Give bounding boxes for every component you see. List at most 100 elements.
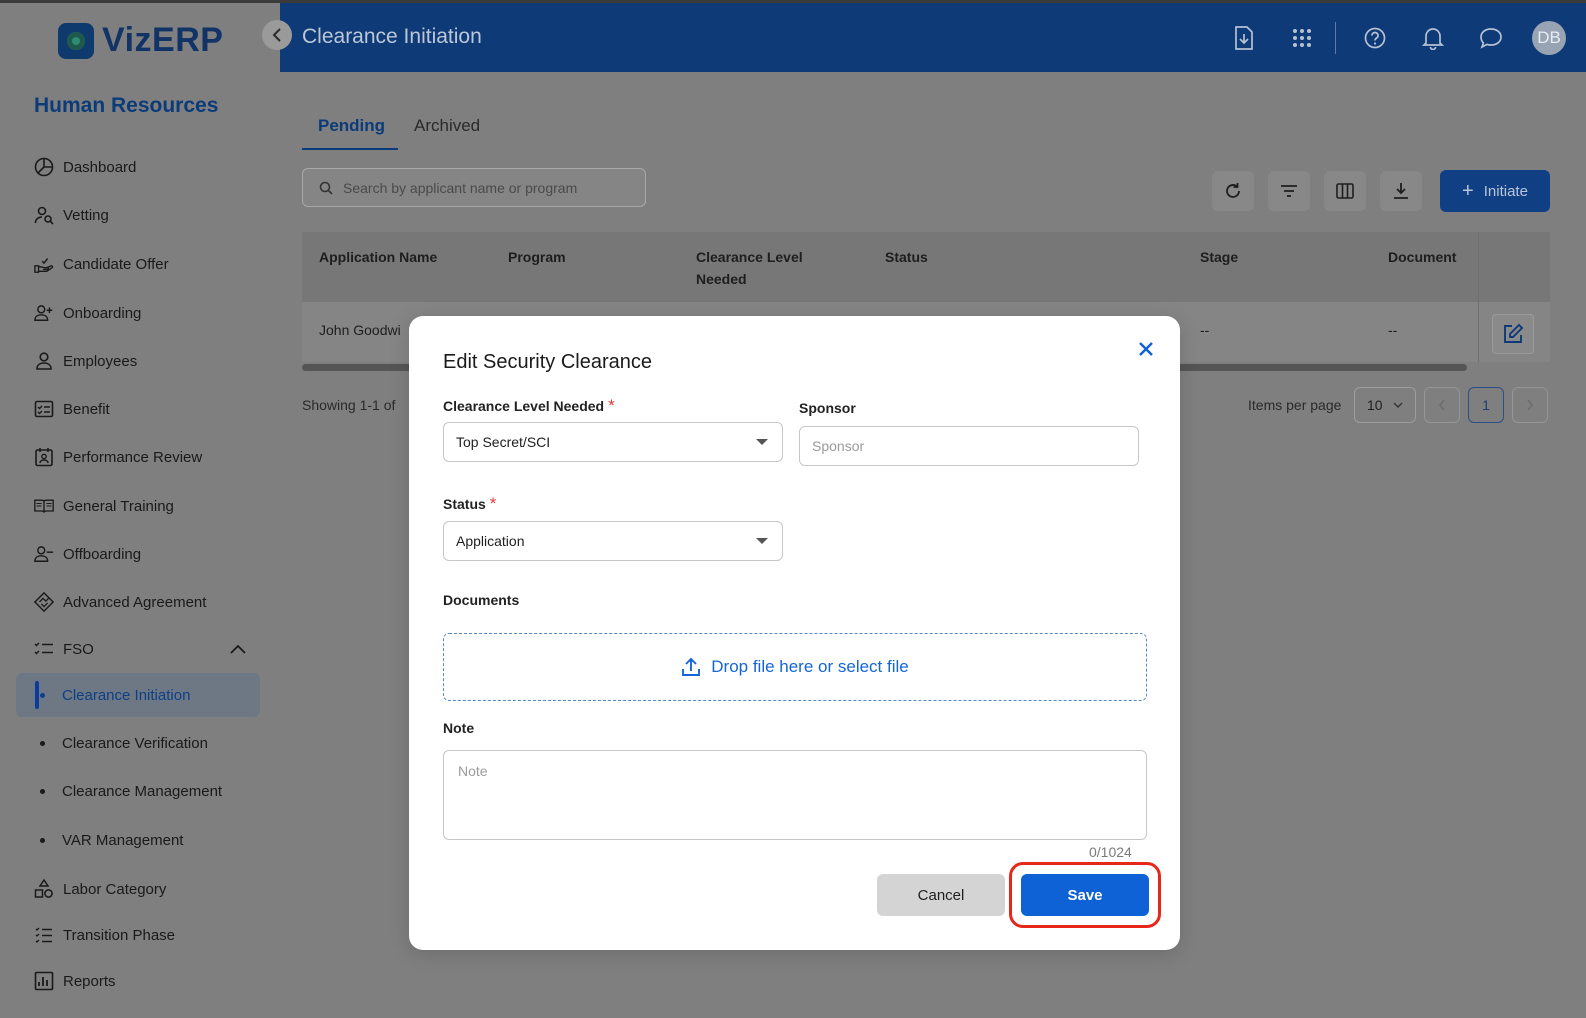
save-button-highlight-ring bbox=[1009, 862, 1161, 928]
sidebar-subitem-clearance-verification[interactable]: Clearance Verification bbox=[0, 721, 280, 765]
column-header-clearance-level-line1: Clearance Level bbox=[696, 249, 803, 265]
sidebar-item-transition-phase[interactable]: Transition Phase bbox=[0, 913, 280, 957]
bell-icon[interactable] bbox=[1414, 19, 1452, 57]
cell-document: -- bbox=[1388, 322, 1398, 338]
clearance-level-select[interactable]: Top Secret/SCI bbox=[443, 422, 783, 462]
note-textarea[interactable]: Note bbox=[443, 750, 1147, 840]
page-button-current[interactable]: 1 bbox=[1468, 387, 1504, 423]
tab-archived[interactable]: Archived bbox=[414, 116, 480, 136]
sidebar-item-employees[interactable]: Employees bbox=[0, 339, 280, 383]
help-icon[interactable] bbox=[1356, 19, 1394, 57]
report-chart-icon bbox=[34, 971, 54, 991]
sidebar-item-label: Candidate Offer bbox=[63, 255, 169, 273]
person-add-icon bbox=[34, 303, 54, 323]
download-button[interactable] bbox=[1380, 171, 1422, 211]
app-logo[interactable]: VizERP bbox=[58, 21, 223, 60]
dropdown-caret-icon bbox=[756, 439, 768, 445]
items-per-page-value: 10 bbox=[1367, 397, 1383, 413]
chevron-right-icon bbox=[1527, 399, 1533, 411]
active-tab-indicator bbox=[302, 148, 398, 150]
columns-icon bbox=[1336, 183, 1354, 199]
chevron-left-icon bbox=[272, 28, 281, 42]
column-header-program[interactable]: Program bbox=[508, 246, 566, 268]
chat-icon[interactable] bbox=[1472, 19, 1510, 57]
sidebar-collapse-button[interactable] bbox=[262, 20, 292, 50]
bullet-icon bbox=[40, 692, 45, 698]
header-divider bbox=[1335, 22, 1336, 54]
edit-icon bbox=[1504, 323, 1524, 343]
status-select[interactable]: Application bbox=[443, 521, 783, 561]
dropdown-caret-icon bbox=[756, 538, 768, 544]
column-header-clearance-level[interactable]: Clearance Level Needed bbox=[696, 246, 803, 290]
user-avatar[interactable]: DB bbox=[1532, 21, 1566, 55]
sidebar-subitem-var-management[interactable]: VAR Management bbox=[0, 818, 280, 862]
sidebar-item-performance-review[interactable]: Performance Review bbox=[0, 435, 280, 479]
clearance-level-value: Top Secret/SCI bbox=[456, 434, 551, 450]
sidebar-subitem-label: Clearance Management bbox=[62, 782, 223, 800]
sidebar-subitem-clearance-initiation[interactable]: Clearance Initiation bbox=[16, 673, 260, 717]
hand-offer-icon bbox=[34, 254, 54, 274]
sidebar-item-reports[interactable]: Reports bbox=[0, 959, 280, 1003]
refresh-button[interactable] bbox=[1212, 171, 1254, 211]
initiate-button[interactable]: + Initiate bbox=[1440, 170, 1550, 212]
sidebar-item-label: Performance Review bbox=[63, 448, 203, 466]
close-button[interactable] bbox=[1131, 334, 1161, 364]
apps-grid-icon[interactable] bbox=[1283, 19, 1321, 57]
sidebar-item-general-training[interactable]: General Training bbox=[0, 484, 280, 528]
column-header-application-name[interactable]: Application Name bbox=[319, 246, 437, 268]
sidebar: VizERP Human Resources Dashboard Vetting… bbox=[0, 3, 280, 1018]
items-per-page-select[interactable]: 10 bbox=[1354, 387, 1416, 423]
sidebar-item-label: General Training bbox=[63, 497, 174, 515]
sidebar-item-advanced-agreement[interactable]: Advanced Agreement bbox=[0, 580, 280, 624]
sidebar-item-candidate-offer[interactable]: Candidate Offer bbox=[0, 242, 280, 286]
sidebar-item-vetting[interactable]: Vetting bbox=[0, 193, 280, 237]
sidebar-item-benefit[interactable]: Benefit bbox=[0, 387, 280, 431]
filter-icon bbox=[1281, 185, 1297, 197]
search-icon bbox=[319, 181, 333, 195]
column-header-status[interactable]: Status bbox=[885, 246, 928, 268]
sidebar-item-label: Benefit bbox=[63, 400, 110, 418]
top-header: Clearance Initiation DB bbox=[280, 3, 1586, 72]
next-page-button[interactable] bbox=[1512, 387, 1548, 423]
sidebar-item-labor-category[interactable]: Labor Category bbox=[0, 867, 280, 911]
bullet-icon bbox=[40, 740, 45, 746]
bullet-icon bbox=[40, 788, 45, 794]
sidebar-item-label: Transition Phase bbox=[63, 926, 176, 944]
file-dropzone[interactable]: Drop file here or select file bbox=[443, 633, 1147, 701]
download-file-icon[interactable] bbox=[1225, 19, 1263, 57]
dialog-title: Edit Security Clearance bbox=[443, 351, 652, 373]
filter-button[interactable] bbox=[1268, 171, 1310, 211]
cell-application-name: John Goodwi bbox=[319, 322, 401, 338]
handshake-icon bbox=[34, 591, 54, 613]
logo-icon bbox=[58, 22, 94, 59]
chevron-left-icon bbox=[1439, 399, 1445, 411]
book-icon bbox=[34, 496, 54, 516]
sidebar-item-offboarding[interactable]: Offboarding bbox=[0, 532, 280, 576]
logo-text: VizERP bbox=[102, 21, 224, 59]
page-title: Clearance Initiation bbox=[302, 25, 482, 48]
column-header-document[interactable]: Document bbox=[1388, 246, 1456, 268]
sidebar-item-onboarding[interactable]: Onboarding bbox=[0, 291, 280, 335]
person-icon bbox=[34, 351, 54, 371]
sidebar-item-dashboard[interactable]: Dashboard bbox=[0, 145, 280, 189]
search-input[interactable]: Search by applicant name or program bbox=[302, 168, 646, 207]
pie-chart-icon bbox=[34, 157, 54, 177]
shapes-icon bbox=[34, 879, 54, 899]
documents-label: Documents bbox=[443, 592, 520, 608]
sidebar-item-fso[interactable]: FSO bbox=[0, 627, 280, 671]
sponsor-input[interactable]: Sponsor bbox=[799, 426, 1139, 466]
sidebar-subitem-label: VAR Management bbox=[62, 831, 184, 849]
columns-button[interactable] bbox=[1324, 171, 1366, 211]
initiate-label: Initiate bbox=[1483, 182, 1528, 200]
chevron-up-icon[interactable] bbox=[230, 641, 246, 657]
column-header-stage[interactable]: Stage bbox=[1200, 246, 1238, 268]
edit-row-button[interactable] bbox=[1492, 314, 1534, 354]
sponsor-label: Sponsor bbox=[799, 400, 856, 416]
prev-page-button[interactable] bbox=[1424, 387, 1460, 423]
tab-pending[interactable]: Pending bbox=[318, 116, 385, 136]
character-counter: 0/1024 bbox=[1089, 844, 1132, 860]
sidebar-item-label: Employees bbox=[63, 352, 138, 370]
sidebar-subitem-clearance-management[interactable]: Clearance Management bbox=[0, 769, 280, 813]
cancel-button[interactable]: Cancel bbox=[877, 874, 1005, 916]
module-title: Human Resources bbox=[34, 94, 219, 117]
